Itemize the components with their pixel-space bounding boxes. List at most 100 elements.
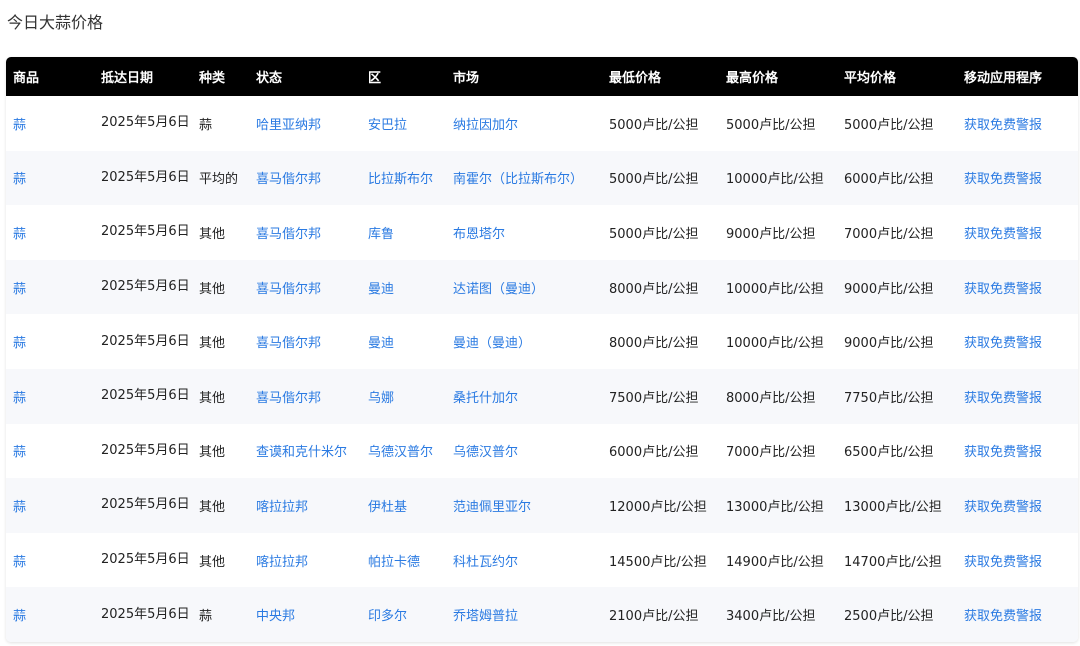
max-price-cell: 10000卢比/公担: [726, 281, 824, 297]
get-free-alerts-link[interactable]: 获取免费警报: [964, 282, 1042, 297]
commodity-link[interactable]: 蒜: [13, 118, 26, 133]
get-free-alerts-link[interactable]: 获取免费警报: [964, 609, 1042, 624]
district-link[interactable]: 乌娜: [368, 391, 394, 406]
commodity-link[interactable]: 蒜: [13, 445, 26, 460]
variety-cell: 平均的: [199, 172, 239, 188]
get-free-alerts-link[interactable]: 获取免费警报: [964, 172, 1042, 187]
district-link[interactable]: 乌德汉普尔: [368, 445, 433, 460]
min-price-cell: 14500卢比/公担: [609, 554, 707, 570]
market-link[interactable]: 乔塔姆普拉: [453, 609, 518, 624]
district-link[interactable]: 库鲁: [368, 227, 394, 242]
min-price-cell: 5000卢比/公担: [609, 172, 699, 188]
avg-price-cell: 6000卢比/公担: [844, 172, 934, 188]
arrival-date-cell: 2025年5月6日: [101, 115, 190, 131]
district-link[interactable]: 曼迪: [368, 336, 394, 351]
state-link[interactable]: 喜马偕尔邦: [256, 336, 321, 351]
market-link[interactable]: 南霍尔（比拉斯布尔）: [453, 172, 583, 187]
commodity-link[interactable]: 蒜: [13, 172, 26, 187]
avg-price-cell: 6500卢比/公担: [844, 445, 934, 461]
header-state: 状态: [256, 71, 283, 86]
district-link[interactable]: 伊杜基: [368, 500, 407, 515]
table-row: 蒜 2025年5月6日 其他 喜马偕尔邦 乌娜 桑托什加尔 7500卢比/公担 …: [6, 368, 1078, 424]
district-link[interactable]: 曼迪: [368, 282, 394, 297]
header-commodity: 商品: [13, 71, 40, 86]
state-link[interactable]: 喀拉拉邦: [256, 500, 308, 515]
table-row: 蒜 2025年5月6日 其他 喀拉拉邦 伊杜基 范迪佩里亚尔 12000卢比/公…: [6, 478, 1078, 533]
get-free-alerts-link[interactable]: 获取免费警报: [964, 445, 1042, 460]
max-price-cell: 7000卢比/公担: [726, 445, 816, 461]
page-title: 今日大蒜价格: [7, 13, 104, 32]
commodity-link[interactable]: 蒜: [13, 227, 26, 242]
max-price-cell: 5000卢比/公担: [726, 117, 816, 133]
district-link[interactable]: 帕拉卡德: [368, 555, 420, 570]
market-link[interactable]: 科杜瓦约尔: [453, 555, 518, 570]
commodity-link[interactable]: 蒜: [13, 555, 26, 570]
market-link[interactable]: 乌德汉普尔: [453, 445, 518, 460]
variety-cell: 蒜: [199, 609, 213, 625]
market-link[interactable]: 布恩塔尔: [453, 227, 505, 242]
max-price-cell: 3400卢比/公担: [726, 609, 816, 625]
table-header: 商品 抵达日期 种类 状态 区 市场 最低价格 最高价格 平均价格 移动应用程序: [6, 57, 1078, 96]
min-price-cell: 6000卢比/公担: [609, 445, 699, 461]
avg-price-cell: 9000卢比/公担: [844, 336, 934, 352]
commodity-link[interactable]: 蒜: [13, 336, 26, 351]
arrival-date-cell: 2025年5月6日: [101, 552, 190, 568]
district-link[interactable]: 印多尔: [368, 609, 407, 624]
market-link[interactable]: 桑托什加尔: [453, 391, 518, 406]
state-link[interactable]: 喜马偕尔邦: [256, 391, 321, 406]
arrival-date-cell: 2025年5月6日: [101, 224, 190, 240]
table-body: 蒜 2025年5月6日 蒜 哈里亚纳邦 安巴拉 纳拉因加尔 5000卢比/公担 …: [6, 96, 1078, 642]
commodity-link[interactable]: 蒜: [13, 609, 26, 624]
get-free-alerts-link[interactable]: 获取免费警报: [964, 391, 1042, 406]
state-link[interactable]: 中央邦: [256, 609, 295, 624]
get-free-alerts-link[interactable]: 获取免费警报: [964, 555, 1042, 570]
avg-price-cell: 14700卢比/公担: [844, 554, 942, 570]
state-link[interactable]: 哈里亚纳邦: [256, 118, 321, 133]
header-market: 市场: [453, 71, 480, 86]
avg-price-cell: 13000卢比/公担: [844, 499, 942, 515]
avg-price-cell: 9000卢比/公担: [844, 281, 934, 297]
min-price-cell: 8000卢比/公担: [609, 336, 699, 352]
state-link[interactable]: 喜马偕尔邦: [256, 282, 321, 297]
get-free-alerts-link[interactable]: 获取免费警报: [964, 227, 1042, 242]
max-price-cell: 10000卢比/公担: [726, 172, 824, 188]
get-free-alerts-link[interactable]: 获取免费警报: [964, 118, 1042, 133]
district-link[interactable]: 比拉斯布尔: [368, 172, 433, 187]
state-link[interactable]: 喀拉拉邦: [256, 555, 308, 570]
header-min-price: 最低价格: [609, 71, 662, 86]
commodity-link[interactable]: 蒜: [13, 391, 26, 406]
variety-cell: 其他: [199, 226, 226, 242]
min-price-cell: 5000卢比/公担: [609, 117, 699, 133]
state-link[interactable]: 喜马偕尔邦: [256, 227, 321, 242]
table-row: 蒜 2025年5月6日 其他 查谟和克什米尔 乌德汉普尔 乌德汉普尔 6000卢…: [6, 423, 1078, 479]
arrival-date-cell: 2025年5月6日: [101, 497, 190, 513]
avg-price-cell: 7750卢比/公担: [844, 390, 934, 406]
market-link[interactable]: 纳拉因加尔: [453, 118, 518, 133]
state-link[interactable]: 查谟和克什米尔: [256, 445, 347, 460]
market-link[interactable]: 范迪佩里亚尔: [453, 500, 531, 515]
variety-cell: 其他: [199, 281, 226, 297]
min-price-cell: 7500卢比/公担: [609, 390, 699, 406]
min-price-cell: 12000卢比/公担: [609, 499, 707, 515]
table-row: 蒜 2025年5月6日 平均的 喜马偕尔邦 比拉斯布尔 南霍尔（比拉斯布尔） 5…: [6, 150, 1078, 206]
district-link[interactable]: 安巴拉: [368, 118, 407, 133]
header-district: 区: [368, 71, 382, 86]
state-link[interactable]: 喜马偕尔邦: [256, 172, 321, 187]
max-price-cell: 13000卢比/公担: [726, 499, 824, 515]
min-price-cell: 8000卢比/公担: [609, 281, 699, 297]
market-link[interactable]: 曼迪（曼迪）: [453, 336, 531, 351]
table-row: 蒜 2025年5月6日 其他 喜马偕尔邦 库鲁 布恩塔尔 5000卢比/公担 9…: [6, 205, 1078, 260]
commodity-link[interactable]: 蒜: [13, 500, 26, 515]
variety-cell: 其他: [199, 499, 226, 515]
arrival-date-cell: 2025年5月6日: [101, 388, 190, 404]
price-table-container: 商品 抵达日期 种类 状态 区 市场 最低价格 最高价格 平均价格 移动应用程序…: [6, 57, 1078, 642]
get-free-alerts-link[interactable]: 获取免费警报: [964, 336, 1042, 351]
header-variety: 种类: [199, 71, 226, 86]
avg-price-cell: 5000卢比/公担: [844, 117, 934, 133]
commodity-link[interactable]: 蒜: [13, 282, 26, 297]
variety-cell: 蒜: [199, 117, 213, 133]
header-row: 商品 抵达日期 种类 状态 区 市场 最低价格 最高价格 平均价格 移动应用程序: [6, 57, 1078, 96]
market-link[interactable]: 达诺图（曼迪）: [453, 282, 544, 297]
get-free-alerts-link[interactable]: 获取免费警报: [964, 500, 1042, 515]
price-table: 商品 抵达日期 种类 状态 区 市场 最低价格 最高价格 平均价格 移动应用程序…: [6, 57, 1078, 642]
